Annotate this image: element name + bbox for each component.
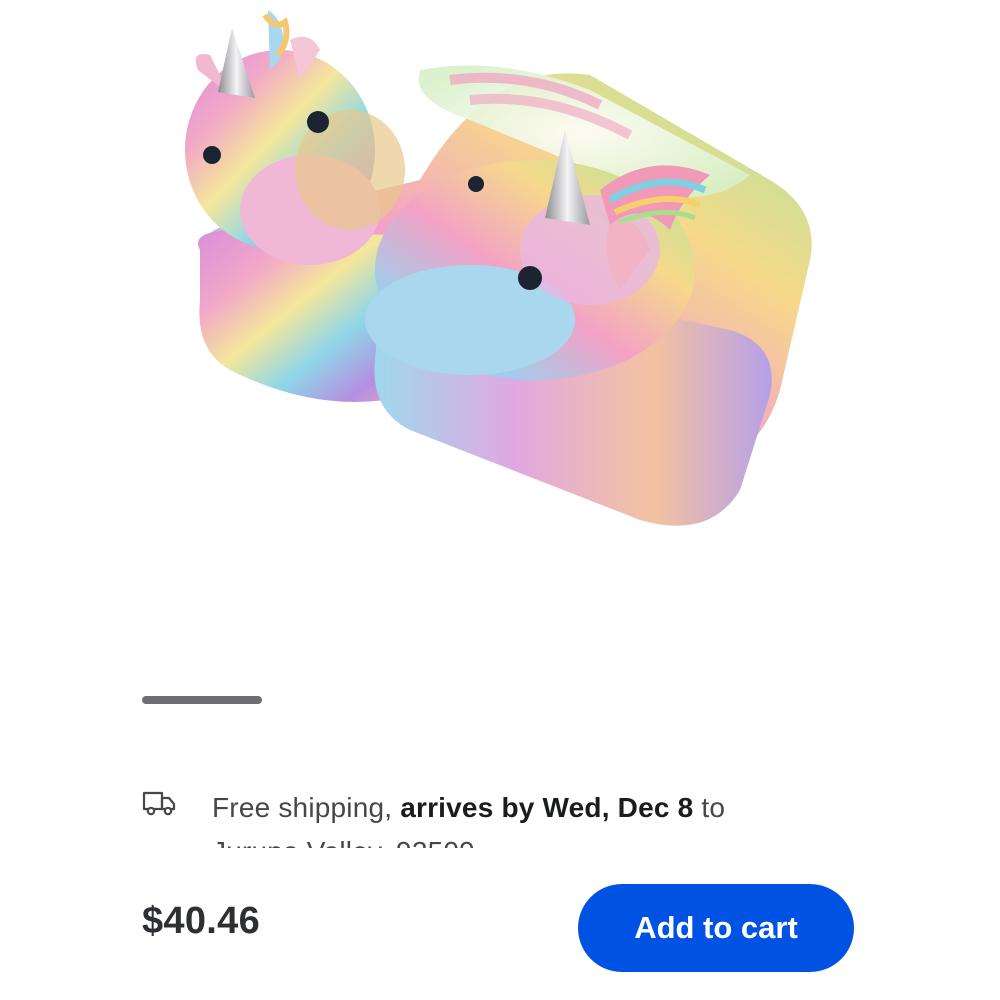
carousel-indicator[interactable] (142, 696, 262, 704)
add-to-cart-button[interactable]: Add to cart (578, 884, 854, 972)
truck-icon (142, 791, 176, 816)
shipping-info: Free shipping, arrives by Wed, Dec 8 to J… (142, 782, 862, 848)
delivery-date: arrives by Wed, Dec 8 (400, 792, 694, 823)
shipping-text: Free shipping, arrives by Wed, Dec 8 to J… (212, 786, 852, 848)
shipping-suffix: to (693, 792, 726, 823)
shipping-prefix: Free shipping, (212, 792, 401, 823)
product-image[interactable] (170, 0, 830, 560)
price: $40.46 (142, 900, 261, 942)
delivery-location[interactable]: Jurupa Valley, 92509 (212, 836, 475, 848)
product-page: Free shipping, arrives by Wed, Dec 8 to J… (0, 0, 1000, 1000)
